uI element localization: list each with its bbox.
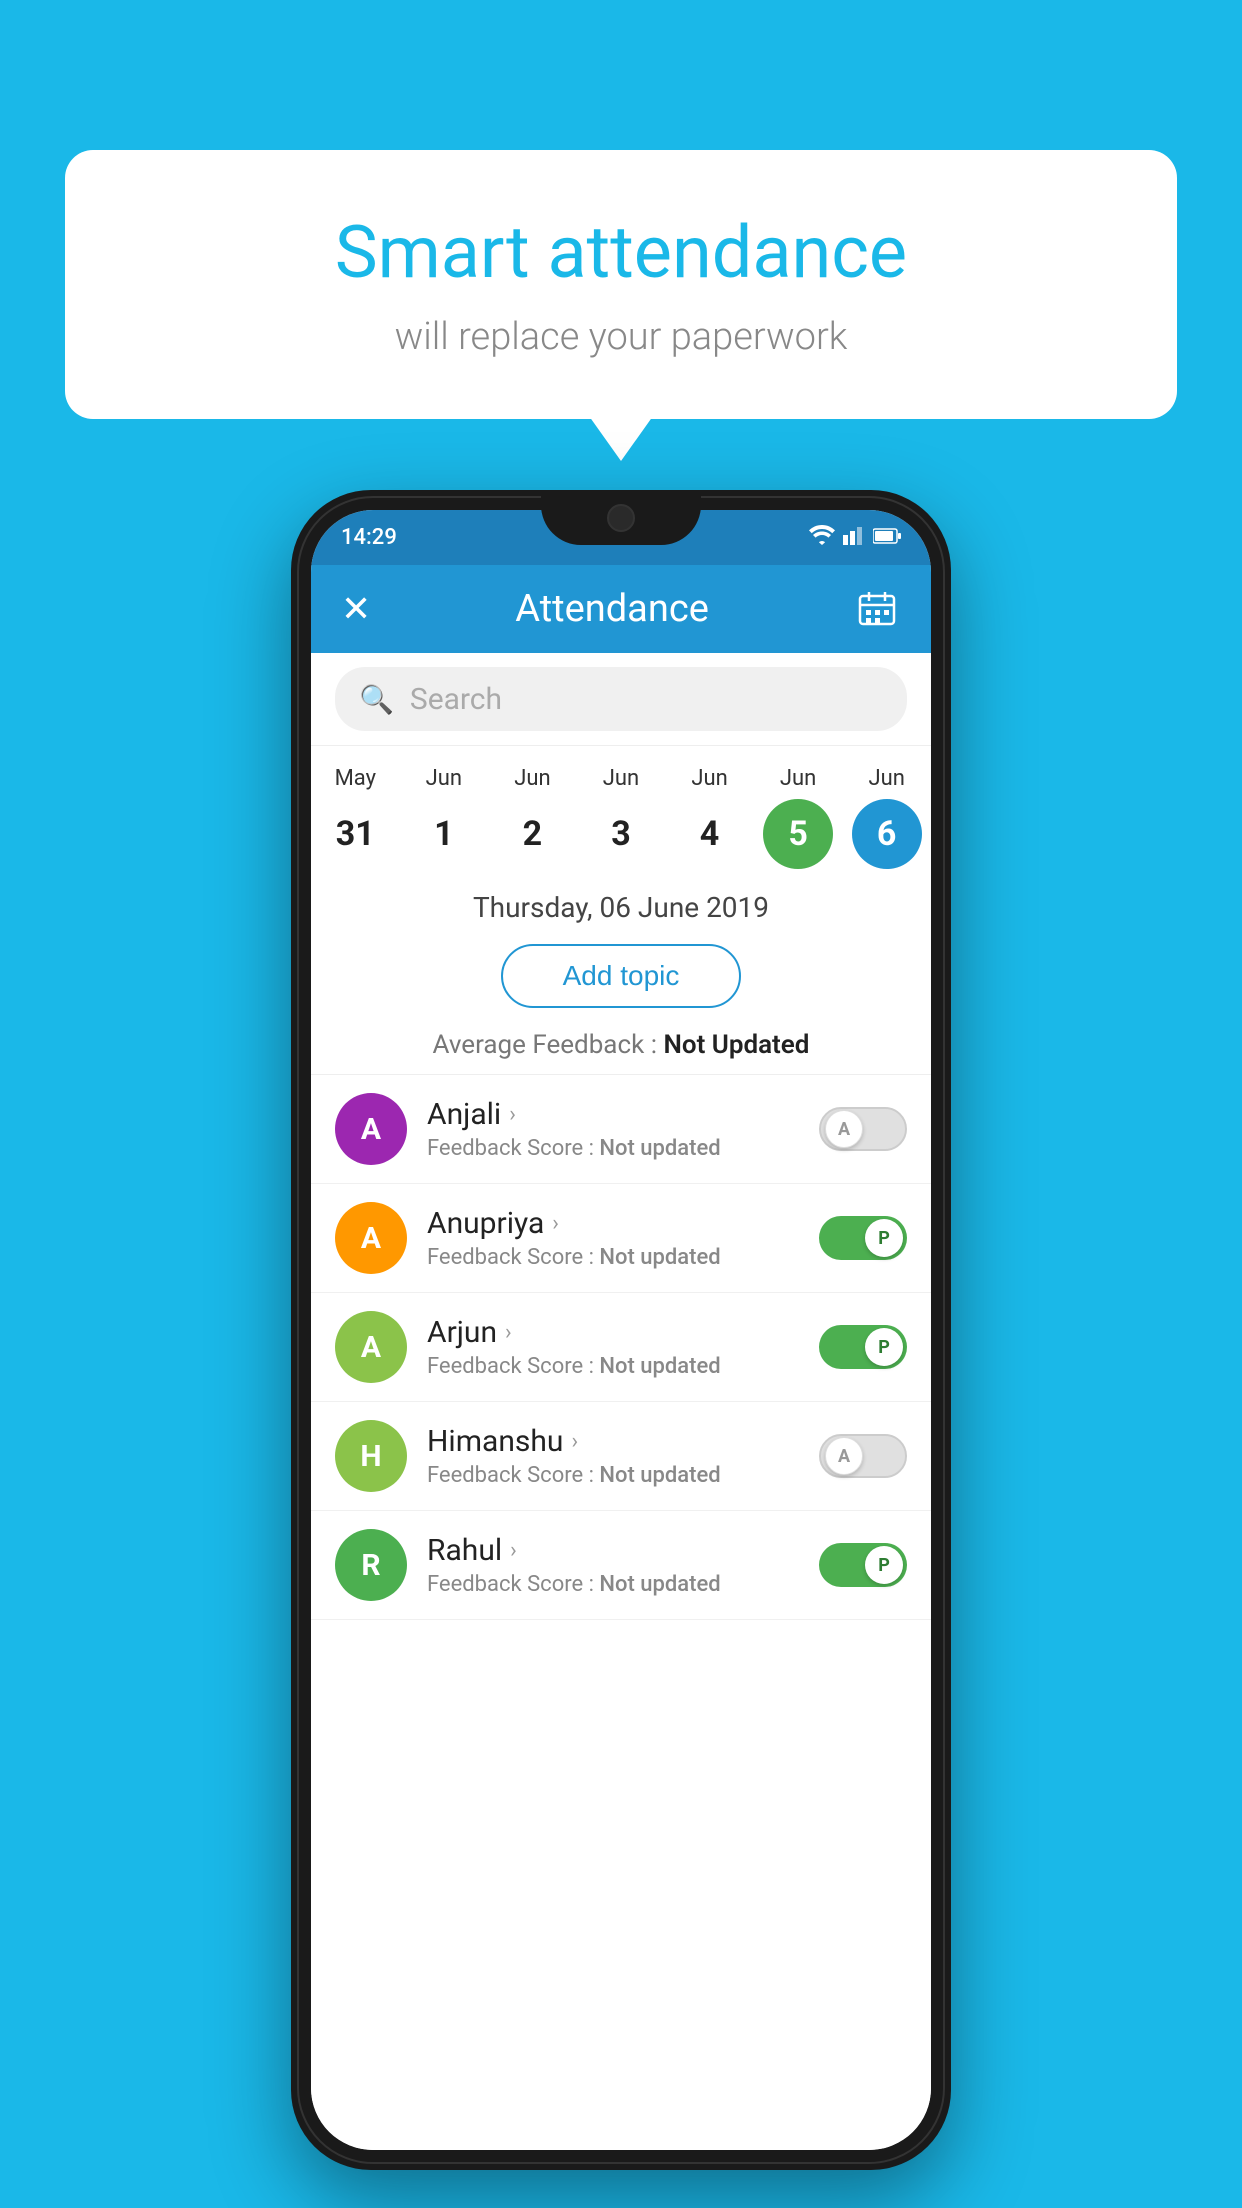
chevron-icon: › [505,1320,512,1345]
close-button[interactable]: ✕ [341,588,371,630]
phone-frame: 14:29 [291,490,951,2170]
chevron-icon: › [510,1538,517,1563]
month-label: Jun [426,766,462,791]
search-icon: 🔍 [359,683,394,716]
signal-icon [843,525,865,551]
add-topic-container: Add topic [311,934,931,1022]
status-icons [809,525,901,551]
search-placeholder: Search [410,682,502,717]
toggle-knob: P [865,1328,903,1366]
chevron-icon: › [571,1429,578,1454]
feedback-score: Feedback Score : Not updated [427,1136,799,1161]
feedback-score: Feedback Score : Not updated [427,1245,799,1270]
app-header: ✕ Attendance [311,565,931,653]
month-label: May [335,766,376,791]
feedback-score: Feedback Score : Not updated [427,1572,799,1597]
bubble-subtitle: will replace your paperwork [145,315,1097,359]
student-name[interactable]: Anjali › [427,1097,799,1132]
student-list: AAnjali ›Feedback Score : Not updatedAAA… [311,1075,931,2150]
calendar-date-item[interactable]: Jun 1 [401,766,486,869]
avatar: H [335,1420,407,1492]
toggle-knob: A [825,1437,863,1475]
student-item: R Rahul › Feedback Score : Not updated P [311,1511,931,1620]
feedback-info: Average Feedback : Not Updated [311,1022,931,1075]
student-item: H Himanshu › Feedback Score : Not updated A [311,1402,931,1511]
calendar-button[interactable] [853,585,901,633]
chevron-icon: › [552,1211,559,1236]
month-label: Jun [603,766,639,791]
student-name[interactable]: Anupriya › [427,1206,799,1241]
feedback-score: Feedback Score : Not updated [427,1463,799,1488]
student-info: Himanshu › Feedback Score : Not updated [427,1424,799,1488]
selected-date: Thursday, 06 June 2019 [311,869,931,934]
status-time: 14:29 [341,525,397,550]
avatar: A [335,1093,407,1165]
day-number: 5 [763,799,833,869]
header-title: Attendance [515,587,709,631]
student-item: A Anupriya › Feedback Score : Not updated P [311,1184,931,1293]
wifi-icon [809,525,835,551]
student-item: A Anjali › Feedback Score : Not updated A [311,1075,931,1184]
calendar-date-item[interactable]: Jun 3 [578,766,663,869]
feedback-value: Not Updated [663,1030,809,1060]
student-name[interactable]: Himanshu › [427,1424,799,1459]
student-info: Arjun › Feedback Score : Not updated [427,1315,799,1379]
phone-notch [541,490,701,545]
toggle-knob: P [865,1219,903,1257]
calendar-date-item[interactable]: May 31 [313,766,398,869]
month-label: Jun [780,766,816,791]
avatar: A [335,1311,407,1383]
day-number: 4 [675,799,745,869]
student-info: Rahul › Feedback Score : Not updated [427,1533,799,1597]
day-number: 31 [320,799,390,869]
calendar-strip: May 31 Jun 1 Jun 2 Jun 3 Jun 4 Jun 5 Jun 6 [311,746,931,869]
day-number: 2 [497,799,567,869]
student-info: Anupriya › Feedback Score : Not updated [427,1206,799,1270]
calendar-date-item[interactable]: Jun 6 [844,766,929,869]
calendar-date-item[interactable]: Jun 5 [756,766,841,869]
attendance-toggle[interactable]: P [819,1216,907,1260]
day-number: 3 [586,799,656,869]
toggle-knob: A [825,1110,863,1148]
attendance-toggle[interactable]: P [819,1325,907,1369]
student-name[interactable]: Rahul › [427,1533,799,1568]
student-name[interactable]: Arjun › [427,1315,799,1350]
search-bar[interactable]: 🔍 Search [335,667,907,731]
chevron-icon: › [509,1102,516,1127]
search-container: 🔍 Search [311,653,931,746]
bubble-title: Smart attendance [145,210,1097,295]
speech-bubble-container: Smart attendance will replace your paper… [65,150,1177,419]
student-item: A Arjun › Feedback Score : Not updated P [311,1293,931,1402]
attendance-toggle[interactable]: A [819,1107,907,1151]
front-camera [607,504,635,532]
toggle-knob: P [865,1546,903,1584]
day-number: 1 [409,799,479,869]
phone-screen: 14:29 [311,510,931,2150]
month-label: Jun [514,766,550,791]
feedback-score: Feedback Score : Not updated [427,1354,799,1379]
battery-icon [873,525,901,550]
avatar: R [335,1529,407,1601]
avatar: A [335,1202,407,1274]
feedback-label: Average Feedback : [433,1030,657,1060]
attendance-toggle[interactable]: P [819,1543,907,1587]
calendar-date-item[interactable]: Jun 4 [667,766,752,869]
day-number: 6 [852,799,922,869]
app-content: 14:29 [311,510,931,2150]
speech-bubble: Smart attendance will replace your paper… [65,150,1177,419]
student-info: Anjali › Feedback Score : Not updated [427,1097,799,1161]
attendance-toggle[interactable]: A [819,1434,907,1478]
calendar-date-item[interactable]: Jun 2 [490,766,575,869]
phone-container: 14:29 [291,490,951,2170]
add-topic-button[interactable]: Add topic [501,944,742,1008]
month-label: Jun [691,766,727,791]
month-label: Jun [868,766,904,791]
